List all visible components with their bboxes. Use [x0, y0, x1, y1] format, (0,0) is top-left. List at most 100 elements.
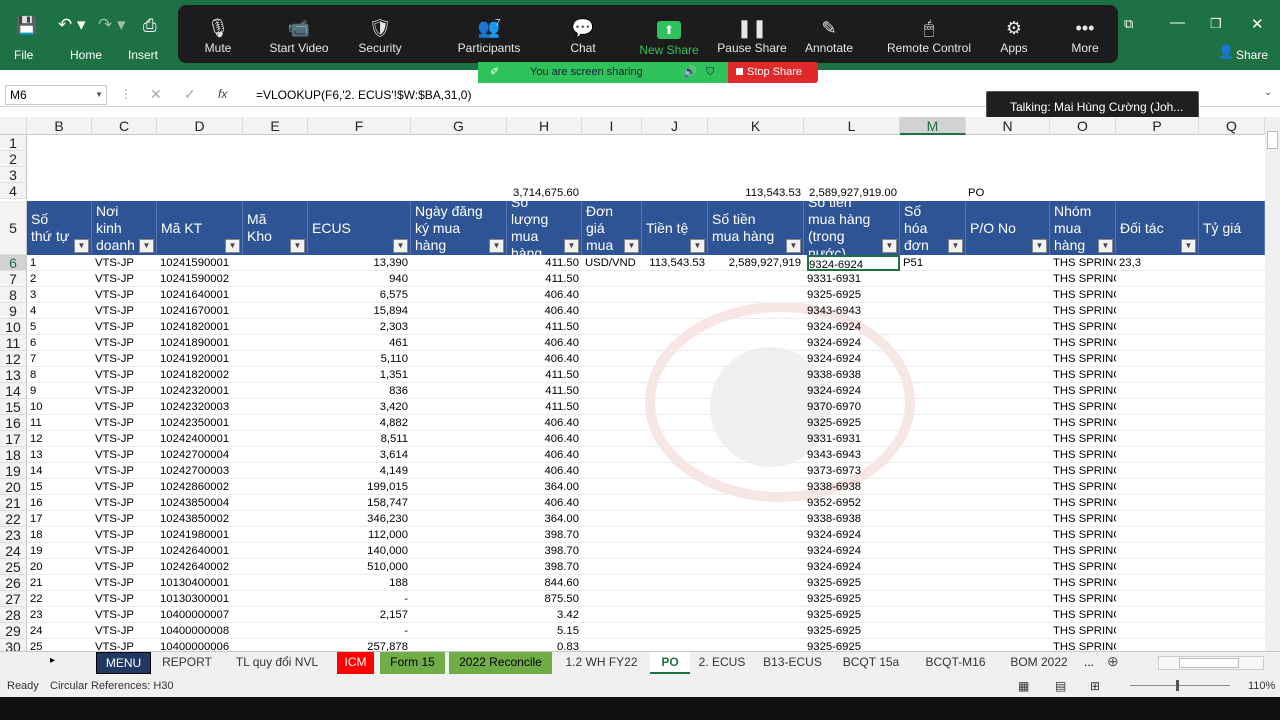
insert-function-icon[interactable]: fx: [218, 87, 227, 101]
cell-i[interactable]: [585, 335, 642, 351]
cell-k[interactable]: [708, 463, 801, 479]
sheet-tab-po[interactable]: PO: [650, 652, 690, 674]
cell-b[interactable]: 10: [30, 399, 92, 415]
row-header[interactable]: 21: [0, 495, 27, 511]
cell-b[interactable]: 8: [30, 367, 92, 383]
row-header[interactable]: 22: [0, 511, 27, 527]
save-icon[interactable]: 💾: [16, 16, 37, 36]
cell-p[interactable]: [1119, 399, 1199, 415]
cell-l[interactable]: 9324-6924: [807, 335, 900, 351]
zoom-participants-button[interactable]: 👥 Participants: [439, 5, 539, 63]
column-header-d[interactable]: D: [157, 117, 243, 135]
cell-j[interactable]: [642, 543, 705, 559]
header-j[interactable]: Tiền tệ ▼: [642, 201, 708, 255]
filter-dropdown-icon[interactable]: ▼: [1181, 239, 1196, 253]
formula-input[interactable]: =VLOOKUP(F6,'2. ECUS'!$W:$BA,31,0): [256, 88, 471, 102]
cell-m[interactable]: [903, 335, 966, 351]
cell-i[interactable]: [585, 367, 642, 383]
cell-q[interactable]: [1202, 367, 1265, 383]
name-box[interactable]: M6 ▼: [5, 85, 107, 105]
cell-o[interactable]: THS SPRING CO.,LTD: [1053, 607, 1116, 623]
header-l[interactable]: Số tiền mua hàng (trong nước) ▼: [804, 194, 900, 261]
cell-i[interactable]: [585, 575, 642, 591]
cell-i[interactable]: [585, 383, 642, 399]
cell-l[interactable]: 9325-6925: [807, 607, 900, 623]
row-header[interactable]: 15: [0, 399, 27, 415]
header-m[interactable]: Số hóa đơn ▼: [900, 201, 966, 255]
cell-o[interactable]: THS SPRING CO.,LTD: [1053, 431, 1116, 447]
cell-k[interactable]: [708, 431, 801, 447]
cell-b[interactable]: 5: [30, 319, 92, 335]
cell-c[interactable]: VTS-JP: [95, 367, 157, 383]
cell-d[interactable]: 10241590002: [160, 271, 243, 287]
cell-q[interactable]: [1202, 511, 1265, 527]
cell-k[interactable]: [708, 639, 801, 651]
redo-icon[interactable]: ↷ ▾: [98, 15, 126, 35]
header-g[interactable]: Ngày đăng ký mua hàng ▼: [411, 201, 507, 255]
cell-j[interactable]: [642, 287, 705, 303]
cell-l[interactable]: 9325-6925: [807, 575, 900, 591]
horizontal-scrollbar[interactable]: [1158, 656, 1264, 670]
cell-i[interactable]: [585, 431, 642, 447]
cell-l[interactable]: 9325-6925: [807, 623, 900, 639]
cell-b[interactable]: 14: [30, 463, 92, 479]
cell-c[interactable]: VTS-JP: [95, 511, 157, 527]
cell-m[interactable]: [903, 399, 966, 415]
cell-l[interactable]: 9325-6925: [807, 415, 900, 431]
cell-l[interactable]: 9324-6924: [807, 351, 900, 367]
cell-k[interactable]: [708, 367, 801, 383]
cell-m[interactable]: P51: [903, 255, 966, 271]
cell-d[interactable]: 10242860002: [160, 479, 243, 495]
row-header[interactable]: 27: [0, 591, 27, 607]
cell-p[interactable]: [1119, 415, 1199, 431]
cell-k[interactable]: [708, 607, 801, 623]
minimize-icon[interactable]: —: [1170, 14, 1185, 31]
cell-k[interactable]: [708, 335, 801, 351]
cell-b[interactable]: 3: [30, 287, 92, 303]
cell-f[interactable]: 8,511: [308, 431, 408, 447]
sheet-tab-bom-2022[interactable]: BOM 2022: [1000, 652, 1078, 674]
sheet-tab-report[interactable]: REPORT: [155, 652, 219, 674]
cell-l[interactable]: 9373-6973: [807, 463, 900, 479]
header-f[interactable]: ECUS ▼: [308, 201, 411, 255]
cell-d[interactable]: 10241640001: [160, 287, 243, 303]
cell-o[interactable]: THS SPRING CO.,LTD: [1053, 415, 1116, 431]
cell-i[interactable]: [585, 287, 642, 303]
cell-h[interactable]: 411.50: [507, 271, 579, 287]
cell-o[interactable]: THS SPRING CO.,LTD: [1053, 303, 1116, 319]
cell-k[interactable]: [708, 591, 801, 607]
sheet-tab-bcqt-m16[interactable]: BCQT-M16: [914, 652, 997, 674]
cell-i[interactable]: [585, 399, 642, 415]
enter-icon[interactable]: ✓: [184, 86, 196, 103]
cell-p[interactable]: [1119, 575, 1199, 591]
cell-d[interactable]: 10242640001: [160, 543, 243, 559]
cell-j[interactable]: [642, 527, 705, 543]
cell-c[interactable]: VTS-JP: [95, 431, 157, 447]
cell-p[interactable]: [1119, 543, 1199, 559]
cell-i[interactable]: [585, 527, 642, 543]
row-header[interactable]: 4: [0, 183, 27, 199]
share-icon[interactable]: 👤: [1218, 44, 1234, 60]
row-header[interactable]: 11: [0, 335, 27, 351]
column-header-m[interactable]: M: [900, 117, 966, 135]
filter-dropdown-icon[interactable]: ▼: [786, 239, 801, 253]
cell-b[interactable]: 24: [30, 623, 92, 639]
cell-i[interactable]: [585, 447, 642, 463]
cell-i[interactable]: [585, 591, 642, 607]
audio-icon[interactable]: 🔊: [683, 62, 697, 83]
cell-q[interactable]: [1202, 287, 1265, 303]
normal-view-icon[interactable]: ▦: [1018, 675, 1029, 697]
cell-h[interactable]: 3.42: [507, 607, 579, 623]
cell-p[interactable]: [1119, 351, 1199, 367]
cell-f[interactable]: -: [308, 591, 408, 607]
row-header[interactable]: 25: [0, 559, 27, 575]
cell-b[interactable]: 4: [30, 303, 92, 319]
cell-c[interactable]: VTS-JP: [95, 623, 157, 639]
column-header-c[interactable]: C: [92, 117, 157, 135]
cell-m[interactable]: [903, 351, 966, 367]
cell-l[interactable]: 9324-6924: [807, 255, 900, 271]
cell-k[interactable]: [708, 415, 801, 431]
cell-p[interactable]: [1119, 431, 1199, 447]
cell-o[interactable]: THS SPRING CO.,LTD: [1053, 447, 1116, 463]
cell-c[interactable]: VTS-JP: [95, 543, 157, 559]
